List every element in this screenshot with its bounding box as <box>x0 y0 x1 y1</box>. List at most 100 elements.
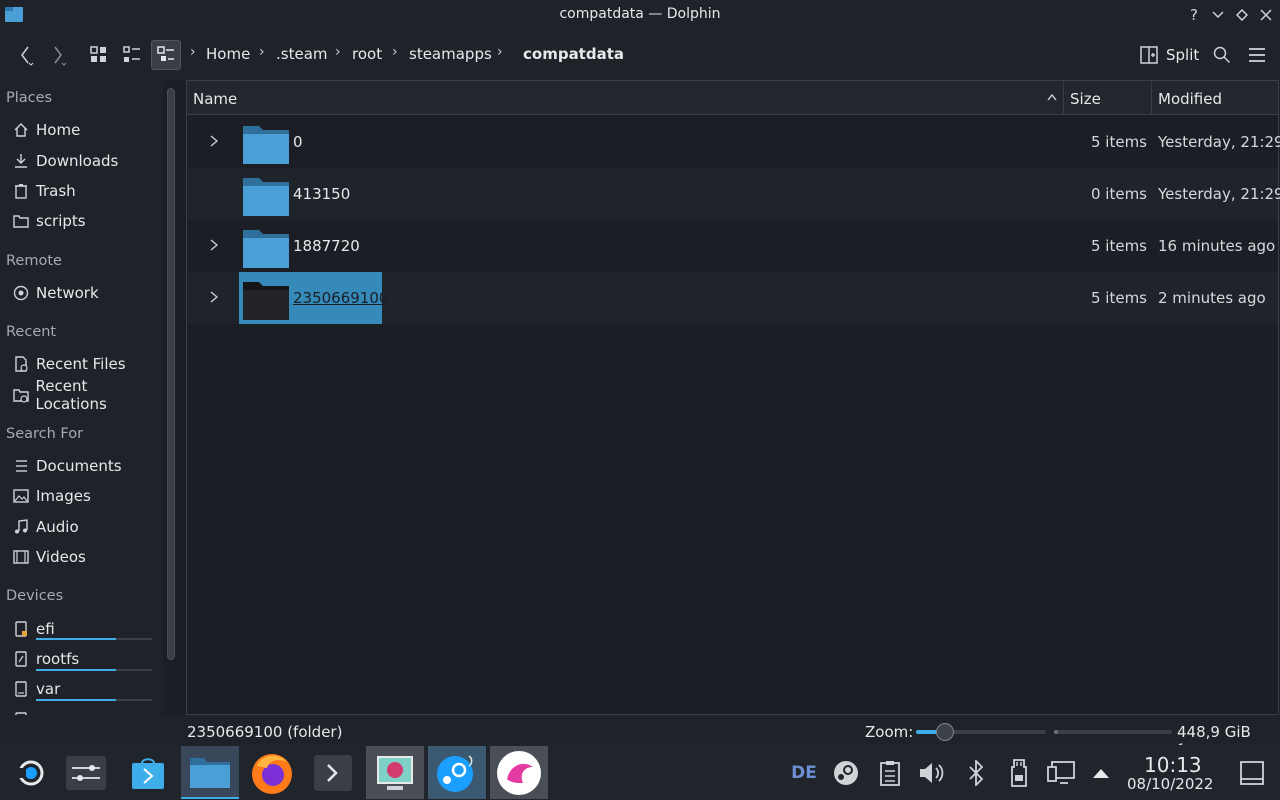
chevron-right-icon[interactable] <box>208 237 220 253</box>
sidebar-item-home[interactable]: Home <box>0 116 160 144</box>
sidebar-item-recent-locations[interactable]: Recent Locations <box>0 377 160 413</box>
column-separator <box>1063 81 1064 115</box>
keyboard-layout-indicator[interactable]: DE <box>790 759 818 787</box>
volume-button[interactable] <box>918 759 946 787</box>
audio-icon <box>12 518 30 536</box>
folder-icon <box>12 212 30 230</box>
help-icon[interactable]: ? <box>1183 4 1205 26</box>
sidebar-item-videos[interactable]: Videos <box>0 543 160 571</box>
menu-button[interactable] <box>1242 40 1272 70</box>
sidebar-item-audio[interactable]: Audio <box>0 513 160 541</box>
table-row[interactable]: 413150 0 items Yesterday, 21:29 <box>187 168 1280 220</box>
steam-tray-icon <box>834 761 858 785</box>
column-separator <box>1151 81 1152 115</box>
zoom-slider-handle[interactable] <box>935 723 954 741</box>
dolphin-task[interactable] <box>181 746 239 799</box>
drive-icon <box>12 650 30 668</box>
breadcrumb-separator-icon: › <box>392 44 398 60</box>
app-task[interactable] <box>490 746 548 799</box>
places-header: Places <box>6 90 53 106</box>
sidebar-item-network[interactable]: Network <box>0 279 160 307</box>
breadcrumb-separator-icon: › <box>497 44 503 60</box>
clipboard-button[interactable] <box>876 759 904 787</box>
breadcrumb-home[interactable]: Home <box>206 45 250 63</box>
maximize-icon[interactable] <box>1231 4 1253 26</box>
folder-icon <box>243 126 289 164</box>
details-view-button[interactable] <box>151 40 181 70</box>
back-arrow-icon <box>21 46 34 66</box>
folder-icon <box>243 178 289 216</box>
selection-status: 2350669100 (folder) <box>187 723 343 741</box>
forward-button[interactable] <box>43 40 73 70</box>
show-desktop-button[interactable] <box>1236 759 1268 787</box>
sidebar-item-downloads[interactable]: Downloads <box>0 147 160 175</box>
network-button[interactable] <box>1046 759 1076 787</box>
system-settings-button[interactable] <box>57 746 115 799</box>
hamburger-menu-icon <box>1249 48 1265 62</box>
file-view[interactable]: Name Size Modified 0 5 items Yesterday, … <box>186 80 1280 715</box>
app-icon <box>497 750 541 795</box>
close-icon[interactable] <box>1255 4 1277 26</box>
bluetooth-button[interactable] <box>962 759 990 787</box>
app-launcher-button[interactable] <box>0 746 58 799</box>
minimize-icon[interactable] <box>1207 4 1229 26</box>
usage-bar-track <box>116 638 152 640</box>
chevron-right-icon[interactable] <box>208 133 220 149</box>
sidebar-item-scripts[interactable]: scripts <box>0 207 160 235</box>
document-icon <box>12 457 30 475</box>
table-row-selected[interactable]: 2350669100 5 items 2 minutes ago <box>187 272 1278 324</box>
file-name: 0 <box>293 133 303 151</box>
column-size[interactable]: Size <box>1070 90 1101 108</box>
table-row[interactable]: 0 5 items Yesterday, 21:29 <box>187 116 1280 168</box>
sidebar-item-trash[interactable]: Trash <box>0 177 160 205</box>
breadcrumb-steam[interactable]: .steam <box>276 45 328 63</box>
network-wired-icon <box>1047 761 1075 784</box>
icons-view-button[interactable] <box>84 40 114 70</box>
column-name[interactable]: Name <box>193 90 237 108</box>
clock-time[interactable]: 10:13 <box>1144 753 1202 777</box>
drive-icon <box>12 620 30 638</box>
breadcrumb-separator-icon: › <box>335 44 341 60</box>
split-button[interactable]: Split <box>1140 42 1199 68</box>
sidebar-item-recent-files[interactable]: Recent Files <box>0 350 160 378</box>
steam-task[interactable] <box>428 746 486 799</box>
table-row[interactable]: 1887720 5 items 16 minutes ago <box>187 220 1278 272</box>
toolbar: › Home › .steam › root › steamapps › com… <box>0 30 1280 80</box>
folder-icon <box>243 282 289 320</box>
search-button[interactable] <box>1207 40 1237 70</box>
recent-locations-icon <box>12 386 30 404</box>
konsole-task[interactable] <box>304 746 362 799</box>
sidebar-item-images[interactable]: Images <box>0 482 160 510</box>
file-modified: Yesterday, 21:29 <box>1158 133 1280 151</box>
back-button[interactable] <box>10 40 40 70</box>
video-icon <box>12 548 30 566</box>
show-hidden-icons-button[interactable] <box>1088 759 1114 787</box>
screenshot-task[interactable] <box>366 746 424 799</box>
usage-bar <box>36 699 116 701</box>
firefox-task[interactable] <box>243 746 301 799</box>
sidebar-item-documents[interactable]: Documents <box>0 452 160 480</box>
file-name: 1887720 <box>293 237 360 255</box>
clock-date[interactable]: 08/10/2022 <box>1127 775 1213 793</box>
show-desktop-icon <box>1240 761 1264 785</box>
sidebar-scrollbar[interactable] <box>167 88 175 660</box>
steam-tray-button[interactable] <box>832 759 860 787</box>
zoom-label: Zoom: <box>865 723 914 741</box>
compact-view-button[interactable] <box>117 40 147 70</box>
compact-view-icon <box>123 46 140 62</box>
column-modified[interactable]: Modified <box>1158 90 1222 108</box>
chevron-right-icon[interactable] <box>208 289 220 305</box>
usage-bar <box>36 638 116 640</box>
download-icon <box>12 152 30 170</box>
breadcrumb-current[interactable]: compatdata <box>523 45 624 63</box>
free-space-bar-fill <box>1054 730 1058 734</box>
removable-devices-button[interactable] <box>1005 759 1033 787</box>
discover-store-button[interactable] <box>119 746 177 799</box>
usage-bar-track <box>116 699 152 701</box>
home-icon <box>12 121 30 139</box>
breadcrumb-root[interactable]: root <box>352 45 382 63</box>
column-header: Name Size Modified <box>187 81 1278 115</box>
recent-files-icon <box>12 355 30 373</box>
file-name: 2350669100 <box>293 289 389 307</box>
breadcrumb-steamapps[interactable]: steamapps <box>409 45 492 63</box>
